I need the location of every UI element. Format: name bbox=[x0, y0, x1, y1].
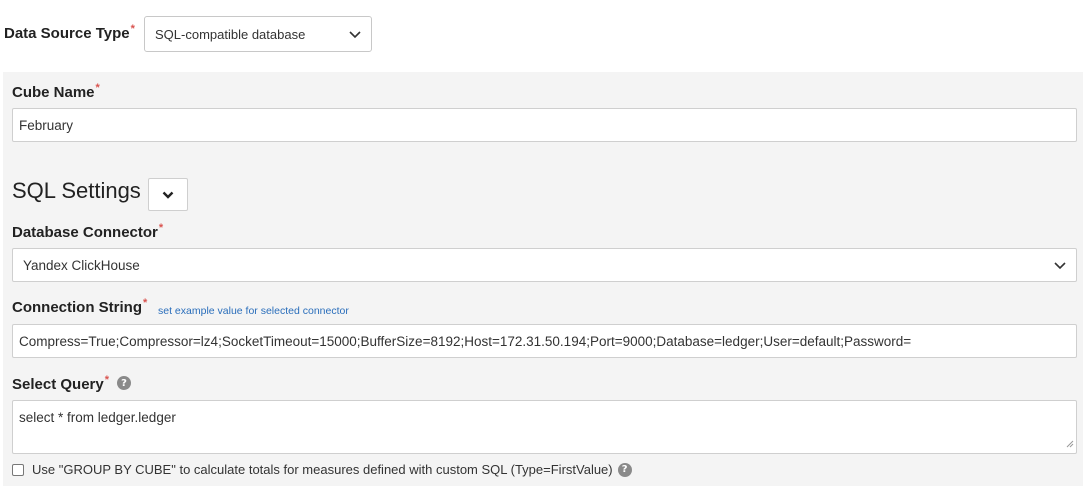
select-query-label-text: Select Query bbox=[12, 376, 104, 393]
select-query-label: Select Query* bbox=[12, 374, 109, 393]
chevron-down-icon bbox=[162, 186, 174, 204]
connection-string-value: Compress=True;Compressor=lz4;SocketTimeo… bbox=[19, 333, 912, 349]
question-circle-icon[interactable]: ? bbox=[617, 462, 632, 477]
set-example-value-link[interactable]: set example value for selected connector bbox=[158, 305, 349, 317]
connection-string-label-text: Connection String bbox=[12, 299, 142, 316]
group-by-cube-checkbox[interactable] bbox=[12, 463, 24, 476]
chevron-down-icon bbox=[1054, 258, 1066, 273]
connection-string-input[interactable]: Compress=True;Compressor=lz4;SocketTimeo… bbox=[12, 324, 1077, 358]
cube-name-value: February bbox=[19, 117, 74, 133]
select-query-textarea[interactable]: select * from ledger.ledger bbox=[12, 400, 1077, 454]
database-connector-select[interactable]: Yandex ClickHouse bbox=[12, 248, 1077, 282]
chevron-down-icon bbox=[349, 27, 361, 42]
data-source-type-select[interactable]: SQL-compatible database bbox=[144, 16, 372, 52]
resize-grip-icon[interactable] bbox=[1066, 436, 1074, 451]
database-connector-label: Database Connector* bbox=[12, 222, 164, 241]
database-connector-label-text: Database Connector bbox=[12, 224, 158, 241]
cube-name-label: Cube Name* bbox=[12, 82, 100, 101]
data-source-type-value: SQL-compatible database bbox=[155, 26, 306, 42]
group-by-cube-option: Use "GROUP BY CUBE" to calculate totals … bbox=[12, 462, 632, 477]
cube-name-label-text: Cube Name bbox=[12, 84, 95, 101]
question-circle-icon[interactable]: ? bbox=[117, 376, 131, 390]
required-marker: * bbox=[143, 297, 148, 309]
data-source-type-label-text: Data Source Type bbox=[4, 25, 130, 42]
required-marker: * bbox=[130, 23, 135, 35]
cube-name-input[interactable]: February bbox=[12, 108, 1077, 142]
select-query-value: select * from ledger.ledger bbox=[19, 410, 176, 425]
required-marker: * bbox=[158, 222, 164, 234]
connection-string-label: Connection String* bbox=[12, 297, 148, 316]
required-marker: * bbox=[95, 82, 100, 94]
database-connector-value: Yandex ClickHouse bbox=[23, 257, 140, 273]
group-by-cube-label[interactable]: Use "GROUP BY CUBE" to calculate totals … bbox=[32, 462, 613, 477]
sql-settings-toggle-button[interactable] bbox=[148, 178, 188, 211]
data-source-type-label: Data Source Type* bbox=[4, 23, 135, 42]
sql-settings-title: SQL Settings bbox=[12, 178, 141, 203]
required-marker: * bbox=[104, 374, 109, 386]
